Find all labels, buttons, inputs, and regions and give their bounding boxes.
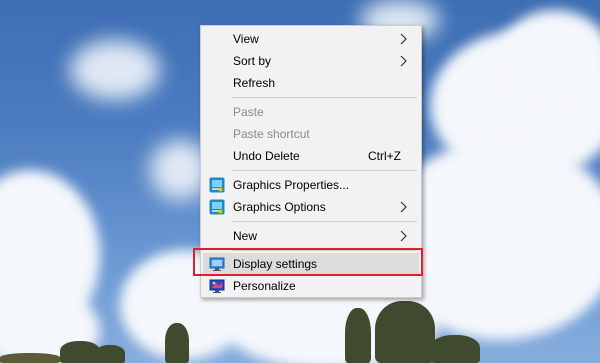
tree (95, 345, 125, 363)
menu-item-label: Refresh (233, 76, 276, 90)
menu-item-graphics-options[interactable]: Graphics Options (203, 196, 419, 218)
menu-separator (231, 221, 417, 222)
menu-item-label: Personalize (233, 279, 296, 293)
menu-item-label: Undo Delete (233, 149, 300, 163)
menu-item-label: Graphics Properties... (233, 178, 350, 192)
intel-graphics-icon (209, 177, 225, 193)
menu-item-label: View (233, 32, 259, 46)
menu-item-label: Paste shortcut (233, 127, 310, 141)
menu-separator (231, 97, 417, 98)
cloud (500, 10, 600, 100)
menu-item-new[interactable]: New (203, 225, 419, 247)
chevron-right-icon (400, 230, 407, 242)
menu-item-sort-by[interactable]: Sort by (203, 50, 419, 72)
menu-item-label: Paste (233, 105, 264, 119)
menu-item-refresh[interactable]: Refresh (203, 72, 419, 94)
menu-item-label: New (233, 229, 258, 243)
annotation-highlight-box (193, 248, 423, 276)
tree (60, 341, 100, 363)
personalize-icon (209, 279, 225, 293)
menu-item-label: Graphics Options (233, 200, 326, 214)
tree (165, 323, 189, 363)
menu-item-graphics-properties[interactable]: Graphics Properties... (203, 174, 419, 196)
menu-item-paste-shortcut: Paste shortcut (203, 123, 419, 145)
chevron-right-icon (400, 201, 407, 213)
menu-item-personalize[interactable]: Personalize (203, 275, 419, 297)
menu-item-paste: Paste (203, 101, 419, 123)
tree (430, 335, 480, 363)
intel-graphics-icon (209, 199, 225, 215)
chevron-right-icon (400, 33, 407, 45)
menu-item-view[interactable]: View (203, 28, 419, 50)
tree (345, 308, 371, 363)
tree (375, 301, 435, 363)
tree (0, 353, 60, 363)
chevron-right-icon (400, 55, 407, 67)
menu-item-shortcut: Ctrl+Z (368, 149, 401, 163)
menu-item-undo-delete[interactable]: Undo Delete Ctrl+Z (203, 145, 419, 167)
menu-item-label: Sort by (233, 54, 272, 68)
cloud (70, 40, 160, 100)
menu-separator (231, 170, 417, 171)
